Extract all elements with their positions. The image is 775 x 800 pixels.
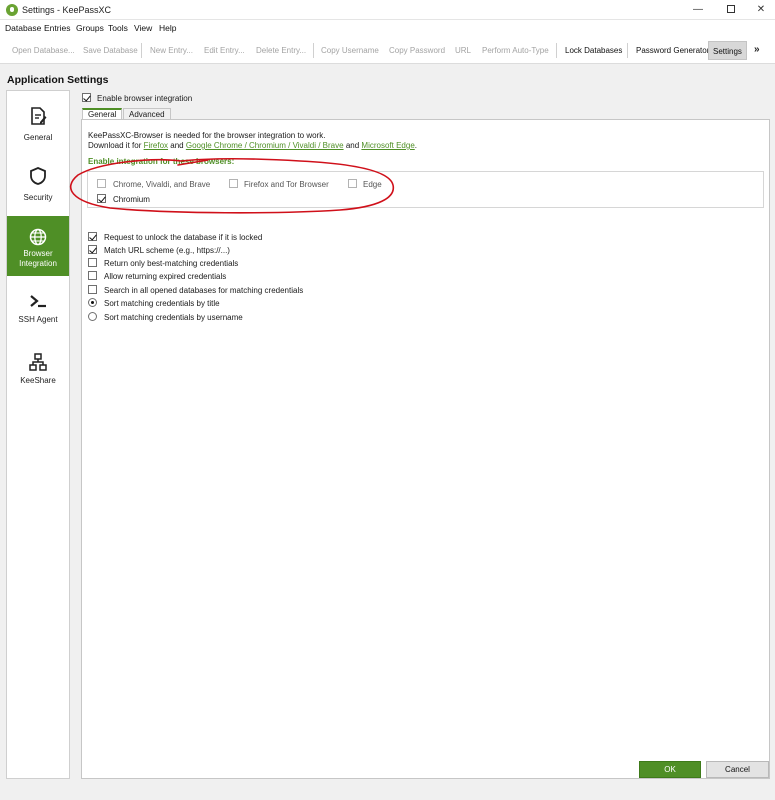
chromium-label: Chromium bbox=[113, 195, 150, 204]
sidebar-item-label: Integration bbox=[19, 259, 57, 268]
menu-bar: Database Entries Groups Tools View Help bbox=[0, 20, 775, 37]
sidebar-item-label: Browser bbox=[23, 249, 53, 258]
expired-credentials-checkbox[interactable] bbox=[88, 271, 97, 280]
period-text: . bbox=[414, 141, 417, 150]
delete-entry-button[interactable]: Delete Entry... bbox=[252, 41, 310, 60]
password-generator-button[interactable]: Password Generator bbox=[632, 41, 713, 60]
maximize-button[interactable] bbox=[716, 0, 746, 20]
option-label: Request to unlock the database if it is … bbox=[104, 233, 263, 242]
option-label: Return only best-matching credentials bbox=[104, 259, 239, 268]
chrome-link[interactable]: Google Chrome / Chromium / Vivaldi / Bra… bbox=[186, 141, 344, 150]
download-prefix: Download it for bbox=[88, 141, 142, 150]
toolbar-separator bbox=[556, 43, 557, 58]
document-edit-icon bbox=[31, 107, 47, 125]
menu-view[interactable]: View bbox=[134, 23, 152, 33]
edit-entry-button[interactable]: Edit Entry... bbox=[200, 41, 249, 60]
menu-database[interactable]: Database bbox=[5, 23, 41, 33]
minimize-button[interactable]: — bbox=[683, 0, 713, 20]
sort-by-username-radio[interactable] bbox=[88, 312, 97, 321]
open-database-button[interactable]: Open Database... bbox=[8, 41, 79, 60]
match-url-scheme-checkbox[interactable] bbox=[88, 245, 97, 254]
enable-browser-integration-label: Enable browser integration bbox=[97, 94, 193, 103]
toolbar-overflow-chevron-icon[interactable]: » bbox=[754, 44, 760, 55]
sort-option-label: Sort matching credentials by title bbox=[104, 299, 220, 308]
keepassxc-logo-icon bbox=[6, 4, 18, 16]
chrome-vivaldi-brave-label: Chrome, Vivaldi, and Brave bbox=[113, 180, 211, 189]
copy-username-button[interactable]: Copy Username bbox=[317, 41, 383, 60]
edge-link[interactable]: Microsoft Edge bbox=[361, 141, 414, 150]
sort-by-title-radio[interactable] bbox=[88, 298, 97, 307]
title-bar: Settings - KeePassXC — ✕ bbox=[0, 0, 775, 20]
ok-button[interactable]: OK bbox=[639, 761, 701, 778]
network-icon bbox=[29, 353, 47, 371]
option-label: Allow returning expired credentials bbox=[104, 272, 227, 281]
menu-groups[interactable]: Groups bbox=[76, 23, 104, 33]
firefox-tor-label: Firefox and Tor Browser bbox=[244, 180, 329, 189]
browser-extension-info: KeePassXC-Browser is needed for the brow… bbox=[88, 131, 326, 140]
menu-help[interactable]: Help bbox=[159, 23, 176, 33]
sidebar-item-browser-integration[interactable]: Browser Integration bbox=[7, 216, 69, 276]
sidebar-item-label: Security bbox=[23, 193, 53, 202]
shield-icon bbox=[30, 167, 46, 185]
save-database-button[interactable]: Save Database bbox=[79, 41, 142, 60]
toolbar: Open Database... Save Database New Entry… bbox=[0, 37, 775, 64]
sidebar-item-label: General bbox=[23, 133, 53, 142]
url-button[interactable]: URL bbox=[451, 41, 475, 60]
copy-password-button[interactable]: Copy Password bbox=[385, 41, 449, 60]
firefox-tor-checkbox[interactable] bbox=[229, 179, 238, 188]
conjunction-text: and bbox=[170, 141, 184, 150]
lock-databases-button[interactable]: Lock Databases bbox=[561, 41, 626, 60]
settings-button[interactable]: Settings bbox=[708, 41, 747, 60]
sidebar-item-ssh-agent[interactable]: SSH Agent bbox=[7, 280, 69, 340]
unlock-request-checkbox[interactable] bbox=[88, 232, 97, 241]
new-entry-button[interactable]: New Entry... bbox=[146, 41, 197, 60]
page-title: Application Settings bbox=[7, 74, 109, 86]
edge-checkbox[interactable] bbox=[348, 179, 357, 188]
sidebar-item-general[interactable]: General bbox=[7, 95, 69, 155]
menu-entries[interactable]: Entries bbox=[44, 23, 70, 33]
menu-tools[interactable]: Tools bbox=[108, 23, 128, 33]
browser-settings-panel bbox=[81, 119, 770, 779]
option-label: Search in all opened databases for match… bbox=[104, 286, 304, 295]
globe-icon bbox=[29, 228, 47, 246]
conjunction-text: and bbox=[345, 141, 360, 150]
best-matching-checkbox[interactable] bbox=[88, 258, 97, 267]
chrome-vivaldi-brave-checkbox[interactable] bbox=[97, 179, 106, 188]
edge-label: Edge bbox=[363, 180, 382, 189]
close-window-button[interactable]: ✕ bbox=[746, 0, 775, 20]
sidebar-item-keeshare[interactable]: KeeShare bbox=[7, 341, 69, 401]
download-links-line: Download it for Firefox and Google Chrom… bbox=[88, 141, 417, 150]
cancel-button[interactable]: Cancel bbox=[706, 761, 769, 778]
toolbar-separator bbox=[141, 43, 142, 58]
sidebar-item-label: SSH Agent bbox=[18, 315, 58, 324]
toolbar-separator bbox=[627, 43, 628, 58]
option-label: Match URL scheme (e.g., https://...) bbox=[104, 246, 230, 255]
enable-browser-integration-checkbox[interactable] bbox=[82, 93, 91, 102]
browsers-section-title: Enable integration for these browsers: bbox=[88, 157, 235, 166]
settings-category-sidebar: General Security Browser Integration SSH… bbox=[6, 90, 70, 779]
sidebar-item-security[interactable]: Security bbox=[7, 155, 69, 215]
browsers-group-box bbox=[87, 171, 764, 208]
toolbar-separator bbox=[313, 43, 314, 58]
search-all-databases-checkbox[interactable] bbox=[88, 285, 97, 294]
sidebar-item-label: KeeShare bbox=[20, 376, 56, 385]
perform-auto-type-button[interactable]: Perform Auto-Type bbox=[478, 41, 553, 60]
terminal-icon bbox=[30, 295, 46, 308]
chromium-checkbox[interactable] bbox=[97, 194, 106, 203]
firefox-link[interactable]: Firefox bbox=[144, 141, 168, 150]
window-title: Settings - KeePassXC bbox=[22, 5, 112, 15]
sort-option-label: Sort matching credentials by username bbox=[104, 313, 243, 322]
